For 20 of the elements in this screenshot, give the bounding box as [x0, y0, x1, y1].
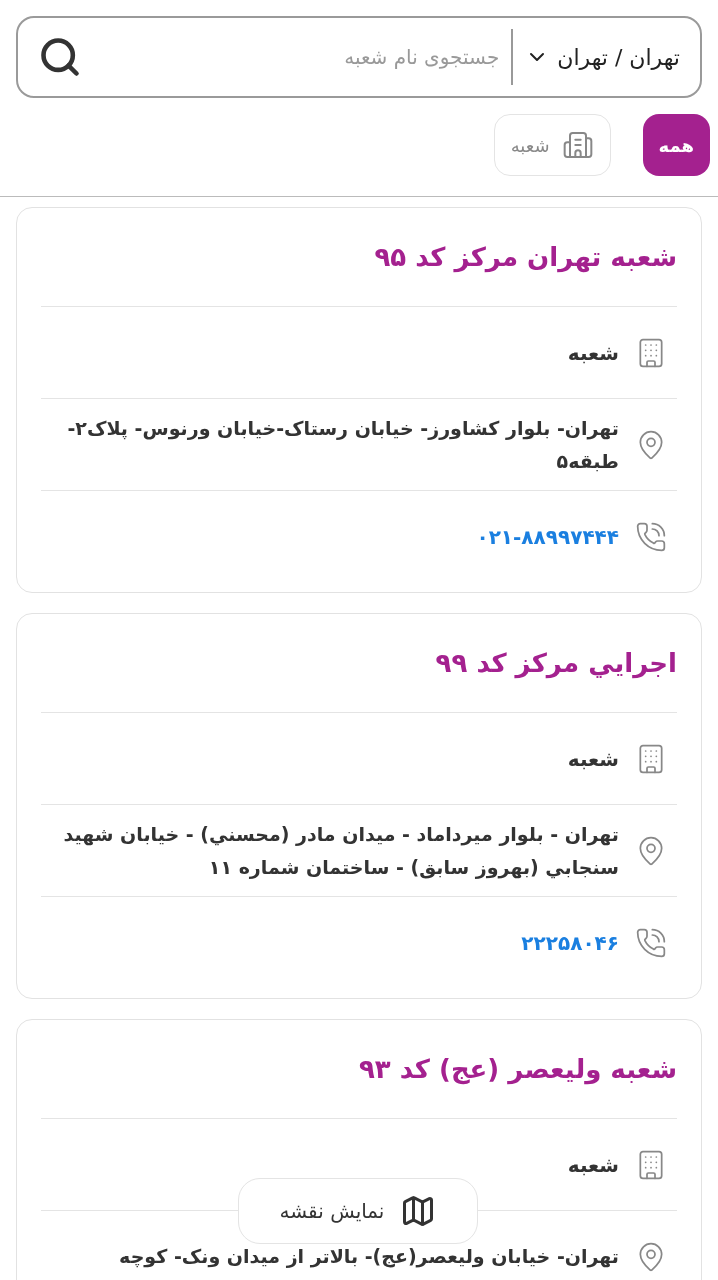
branch-title: شعبه ولیعصر (عج) کد ۹۳ — [358, 1052, 677, 1087]
branch-type: شعبه — [567, 339, 619, 367]
branch-title: اجرايي مرکز کد ۹۹ — [434, 646, 677, 681]
phone-link[interactable]: ۰۲۱-۸۸۹۹۷۴۴۴ — [476, 521, 619, 552]
branch-address: تهران- خیابان ولیعصر(عج)- بالاتر از میدان ونک- کوچه — [119, 1244, 619, 1270]
search-field[interactable]: جستجوی نام شعبه — [82, 42, 500, 72]
phone-icon — [635, 520, 667, 553]
city-dropdown[interactable]: تهران / تهران — [525, 40, 680, 74]
branch-address: تهران - بلوار ميرداماد - ميدان مادر (محسني) - خيابان شهيد سنجابي (بهروز سابق) - ساختمان شماره ۱۱ — [62, 822, 619, 881]
search-icon[interactable] — [38, 35, 82, 79]
buildings-icon — [561, 129, 594, 161]
branch-address: تهران- بلوار کشاورز- خیابان رستاک-خیابان ورنوس- پلاک۲-طبقه۵ — [66, 416, 619, 474]
filter-chip[interactable]: همه — [642, 114, 710, 176]
branch-type: شعبه — [567, 745, 619, 773]
branch-title: شعبه تهران مرکز کد ۹۵ — [373, 240, 677, 275]
phone-link[interactable]: ۲۲۲۵۸۰۴۶ — [521, 927, 619, 958]
show-map-button[interactable]: نمایش نقشه — [238, 1178, 478, 1244]
phone-icon — [635, 926, 667, 959]
branch-type: شعبه — [567, 1151, 619, 1179]
filter-chip[interactable]: شعبه — [493, 114, 611, 176]
